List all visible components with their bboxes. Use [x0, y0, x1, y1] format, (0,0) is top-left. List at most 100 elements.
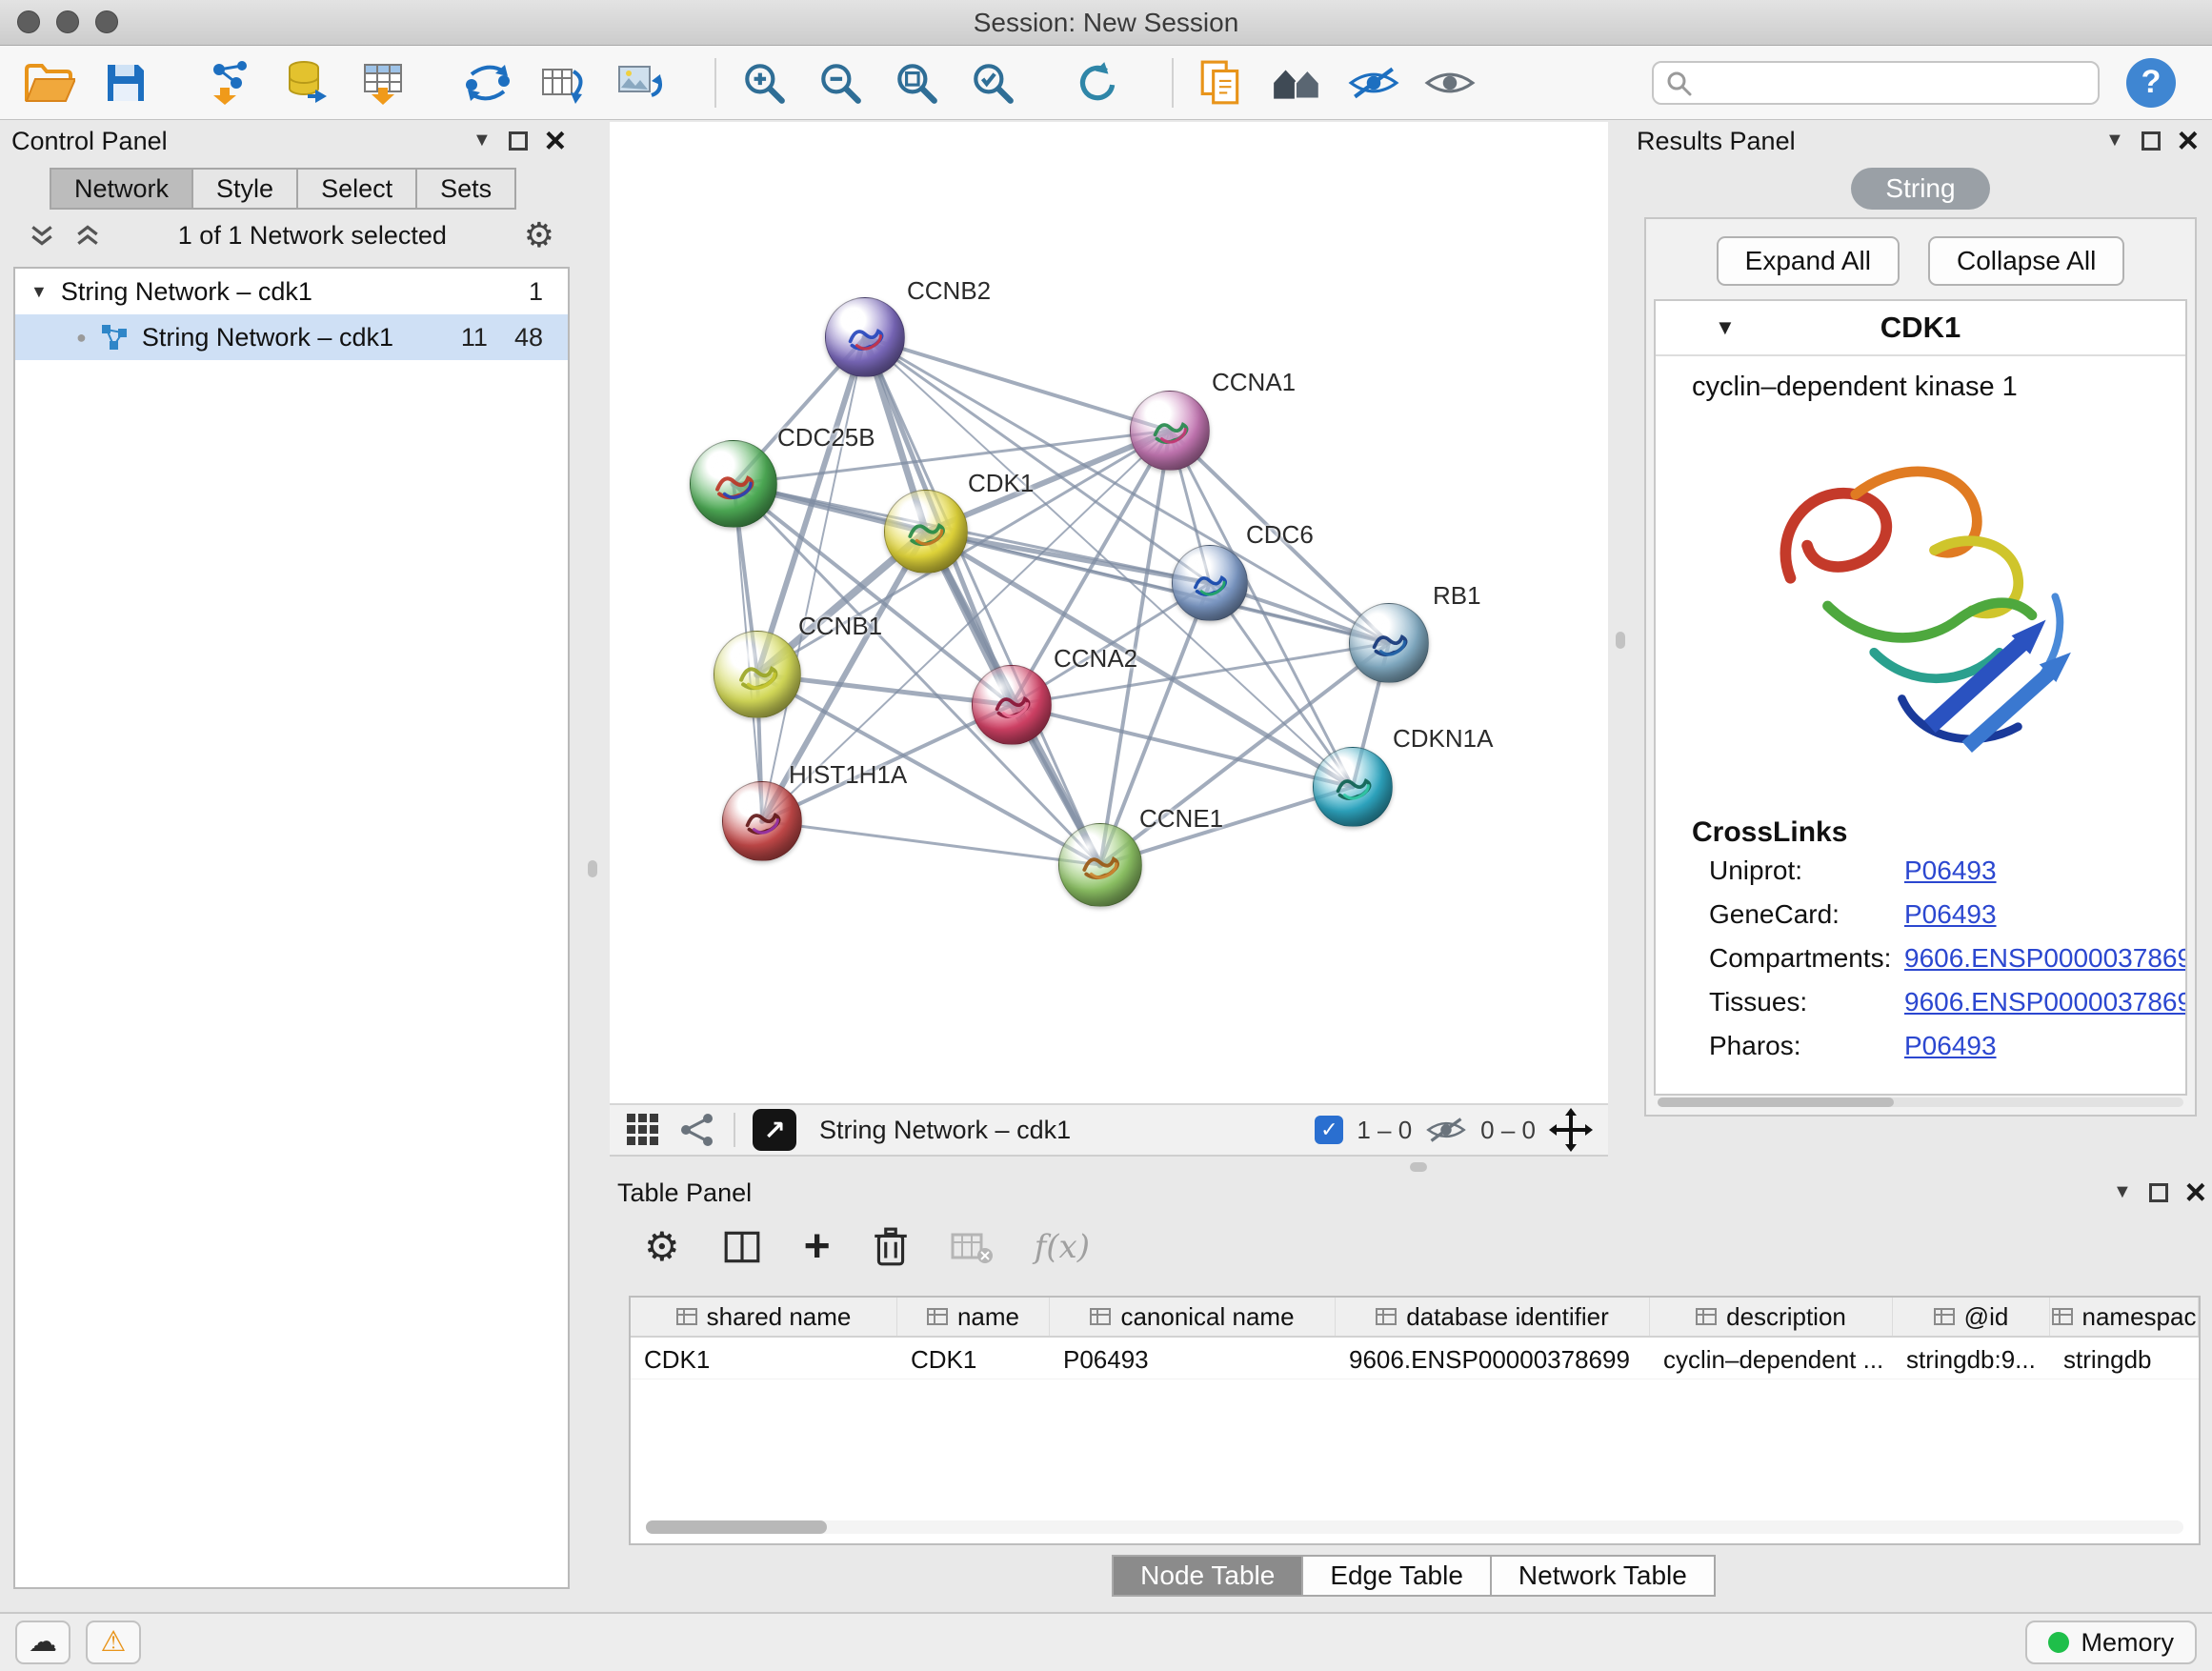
select-columns-icon[interactable] [722, 1227, 762, 1267]
selected-checkbox[interactable]: ✓ [1315, 1116, 1343, 1144]
panel-menu-icon[interactable]: ▼ [473, 130, 492, 151]
network-canvas[interactable]: CCNB2CCNA1CDC25BCDK1CDC6RB1CCNB1CCNA2CDK… [610, 122, 1608, 1103]
pan-crosshair-icon[interactable] [1549, 1108, 1593, 1152]
crosslink-value-link[interactable]: P06493 [1904, 899, 1997, 930]
home-button[interactable] [1267, 52, 1328, 113]
network-node-cdkn1a[interactable] [1313, 747, 1393, 827]
float-panel-icon[interactable] [509, 131, 528, 151]
network-node-ccnb2[interactable] [825, 297, 905, 377]
expand-all-button[interactable]: Expand All [1717, 236, 1900, 286]
close-panel-icon[interactable]: × [545, 127, 566, 155]
share-view-icon[interactable] [678, 1111, 716, 1149]
network-node-cdc25b[interactable] [690, 440, 777, 528]
column-header-shared-name[interactable]: shared name [631, 1298, 897, 1336]
left-splitter-handle[interactable] [588, 860, 597, 877]
zoom-in-icon [740, 59, 788, 107]
zoom-fit-button[interactable] [886, 52, 947, 113]
crosslink-value-link[interactable]: 9606.ENSP00000378699 [1904, 943, 2187, 974]
tab-style[interactable]: Style [191, 168, 298, 210]
network-edge[interactable] [865, 337, 1170, 431]
network-node-ccna1[interactable] [1130, 391, 1210, 471]
collapse-all-icon[interactable] [29, 223, 55, 248]
maximize-window-button[interactable] [95, 10, 118, 33]
tab-edge-table[interactable]: Edge Table [1301, 1555, 1492, 1597]
refresh-icon [1074, 59, 1121, 107]
network-edge[interactable] [865, 337, 1389, 643]
import-database-button[interactable] [276, 52, 337, 113]
network-node-ccne1[interactable] [1058, 823, 1142, 907]
network-node-cdc6[interactable] [1172, 545, 1248, 621]
hide-selected-button[interactable] [1343, 52, 1404, 113]
panel-menu-icon[interactable]: ▼ [2113, 1181, 2132, 1203]
open-session-button[interactable] [19, 52, 80, 113]
table-settings-gear-icon[interactable]: ⚙ [644, 1227, 680, 1267]
network-node-hist1h1a[interactable] [722, 781, 802, 861]
add-column-icon[interactable]: + [804, 1224, 831, 1270]
column-header-description[interactable]: description [1650, 1298, 1893, 1336]
column-header-namespac[interactable]: namespac [2050, 1298, 2199, 1336]
crosslink-value-link[interactable]: P06493 [1904, 856, 1997, 886]
tab-sets[interactable]: Sets [415, 168, 516, 210]
column-header-name[interactable]: name [897, 1298, 1050, 1336]
table-row[interactable]: CDK1CDK1P064939606.ENSP00000378699cyclin… [631, 1338, 2199, 1379]
clone-network-button[interactable] [457, 52, 518, 113]
results-horizontal-scrollbar[interactable] [1658, 1097, 2183, 1107]
search-input[interactable] [1701, 68, 2086, 97]
network-node-ccnb1[interactable] [714, 631, 801, 718]
table-horizontal-scrollbar[interactable] [646, 1520, 2183, 1534]
network-from-table-button[interactable] [533, 52, 594, 113]
memory-button[interactable]: Memory [2025, 1621, 2197, 1664]
zoom-selected-button[interactable] [962, 52, 1023, 113]
panel-menu-icon[interactable]: ▼ [2105, 130, 2124, 151]
collapse-section-icon[interactable]: ▼ [1715, 315, 1736, 340]
network-node-cdk1[interactable] [884, 490, 968, 574]
scrollbar-thumb[interactable] [1658, 1097, 1894, 1107]
network-edge[interactable] [762, 821, 1100, 865]
expand-all-icon[interactable] [74, 223, 101, 248]
delete-column-trash-icon[interactable] [873, 1226, 909, 1268]
refresh-button[interactable] [1067, 52, 1128, 113]
network-node-ccna2[interactable] [972, 665, 1052, 745]
column-header-database-identifier[interactable]: database identifier [1336, 1298, 1650, 1336]
bottom-splitter-handle[interactable] [1410, 1162, 1427, 1172]
network-collection-row[interactable]: ▼ String Network – cdk1 1 [15, 269, 568, 314]
right-splitter-handle[interactable] [1616, 632, 1625, 649]
collapse-all-button[interactable]: Collapse All [1928, 236, 2124, 286]
cloud-status-button[interactable]: ☁ [15, 1621, 70, 1664]
tab-network-table[interactable]: Network Table [1490, 1555, 1716, 1597]
close-panel-icon[interactable]: × [2185, 1178, 2206, 1207]
gear-icon[interactable]: ⚙ [524, 218, 554, 252]
zoom-in-button[interactable] [734, 52, 794, 113]
network-edge[interactable] [1012, 705, 1353, 787]
close-window-button[interactable] [17, 10, 40, 33]
tab-node-table[interactable]: Node Table [1112, 1555, 1303, 1597]
tree-expand-icon[interactable]: ▼ [30, 282, 48, 302]
tab-network[interactable]: Network [50, 168, 193, 210]
save-session-button[interactable] [95, 52, 156, 113]
scrollbar-thumb[interactable] [646, 1520, 827, 1534]
column-header--id[interactable]: @id [1893, 1298, 2050, 1336]
import-network-file-button[interactable] [200, 52, 261, 113]
network-edge[interactable] [762, 337, 865, 821]
float-panel-icon[interactable] [2149, 1183, 2168, 1202]
zoom-out-button[interactable] [810, 52, 871, 113]
copy-layout-button[interactable] [1191, 52, 1252, 113]
crosslink-value-link[interactable]: 9606.ENSP00000378699 [1904, 987, 2187, 1017]
network-row[interactable]: ● String Network – cdk1 11 48 [15, 314, 568, 360]
import-table-button[interactable] [352, 52, 413, 113]
birdseye-view-button[interactable]: ↗ [753, 1109, 796, 1151]
help-button[interactable]: ? [2126, 58, 2176, 108]
export-image-button[interactable] [610, 52, 671, 113]
tab-select[interactable]: Select [296, 168, 417, 210]
protein-card-header[interactable]: ▼ CDK1 [1656, 301, 2185, 356]
show-all-button[interactable] [1419, 52, 1480, 113]
crosslink-value-link[interactable]: P06493 [1904, 1031, 1997, 1061]
warnings-button[interactable]: ⚠ [86, 1621, 141, 1664]
grid-view-icon[interactable] [625, 1112, 661, 1148]
column-header-canonical-name[interactable]: canonical name [1050, 1298, 1336, 1336]
network-node-rb1[interactable] [1349, 603, 1429, 683]
minimize-window-button[interactable] [56, 10, 79, 33]
close-panel-icon[interactable]: × [2178, 127, 2199, 155]
float-panel-icon[interactable] [2142, 131, 2161, 151]
tab-string[interactable]: String [1851, 168, 1989, 210]
